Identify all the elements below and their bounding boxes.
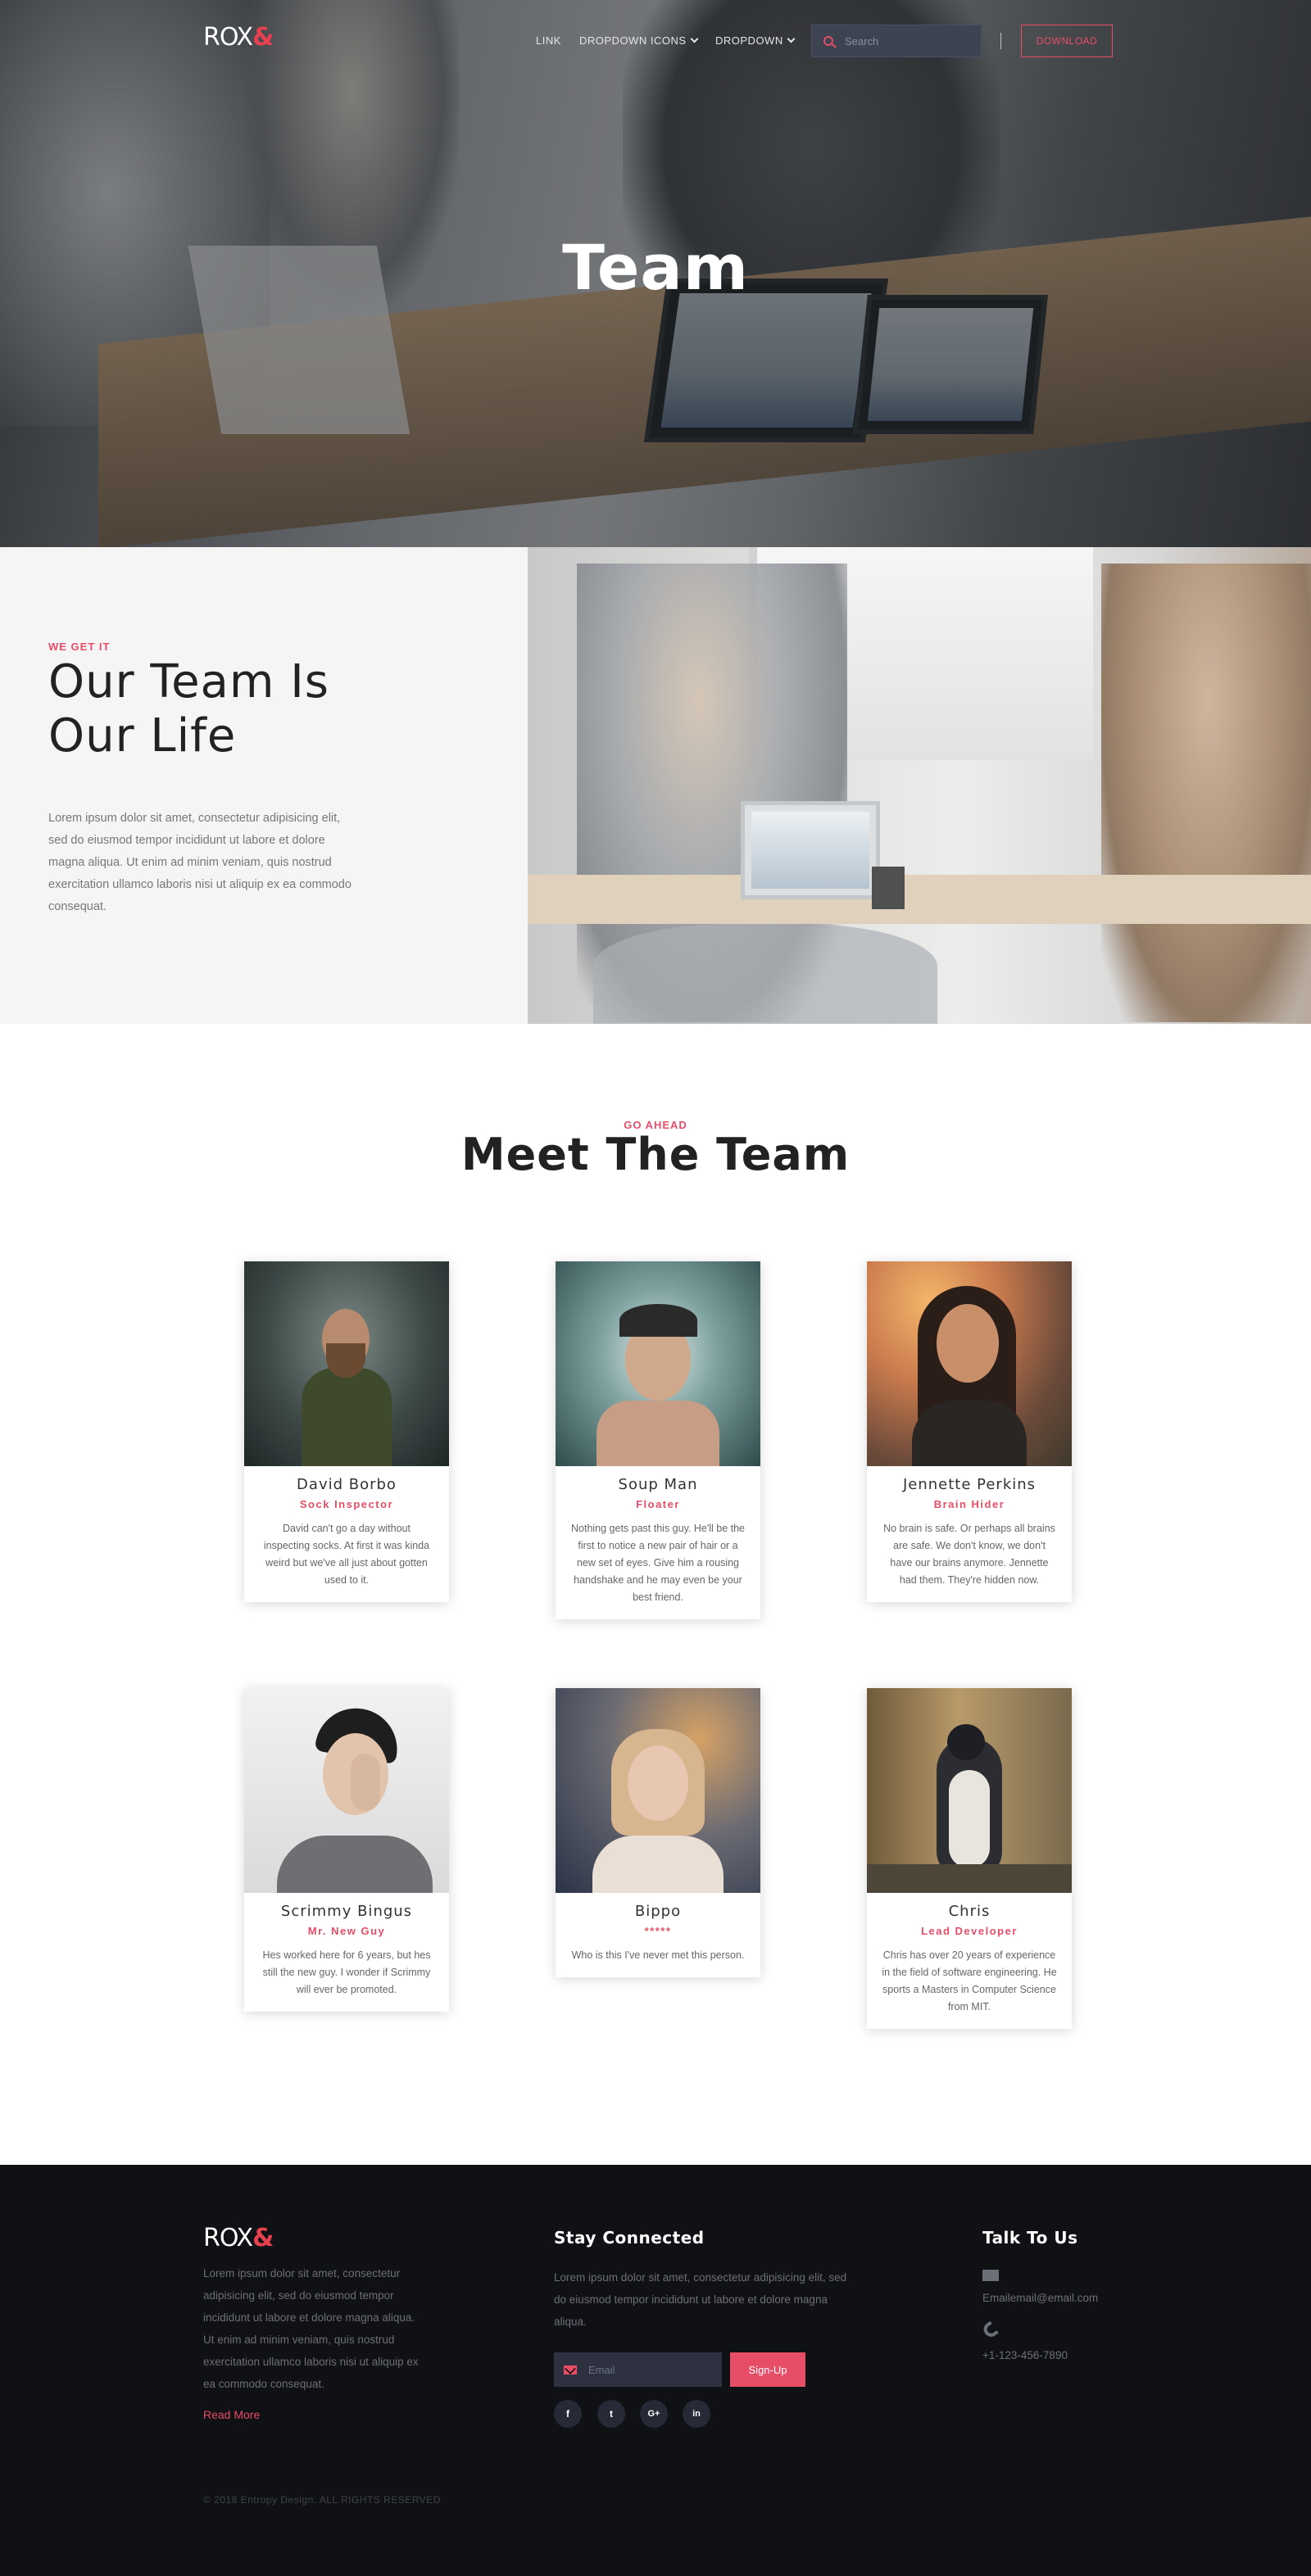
- page-title: Team: [562, 231, 749, 304]
- envelope-icon: [564, 2365, 577, 2375]
- team-heading: Meet The Team: [460, 1129, 851, 1180]
- newsletter-email-box[interactable]: [554, 2352, 722, 2387]
- nav-dropdown[interactable]: DROPDOWN: [715, 34, 796, 47]
- chevron-down-icon: [787, 34, 796, 43]
- about-photo-high-five: [528, 547, 1311, 1024]
- footer-logo[interactable]: ROX&: [203, 2224, 274, 2252]
- about-eyebrow: WE GET IT: [48, 641, 111, 653]
- chevron-down-icon: [690, 34, 698, 43]
- facebook-icon[interactable]: f: [554, 2400, 582, 2428]
- member-description: Who is this I've never met this person.: [571, 1949, 745, 1961]
- member-role: Floater: [636, 1498, 680, 1510]
- envelope-icon: [982, 2270, 999, 2281]
- talk-to-us-heading: Talk To Us: [982, 2228, 1078, 2248]
- member-photo: [867, 1261, 1072, 1466]
- search-input[interactable]: [845, 34, 968, 48]
- member-role: Sock Inspector: [299, 1498, 394, 1510]
- contact-email[interactable]: Emailemail@email.com: [982, 2287, 1098, 2309]
- email-field[interactable]: [588, 2363, 711, 2376]
- nav-divider: [1000, 33, 1001, 49]
- copyright-text: © 2018 Entropy Design. ALL RIGHTS RESERV…: [203, 2494, 441, 2506]
- stay-connected-heading: Stay Connected: [554, 2228, 705, 2248]
- nav-dropdown-icons[interactable]: DROPDOWN ICONS: [579, 34, 698, 47]
- member-name: David Borbo: [297, 1476, 397, 1493]
- member-name: Chris: [948, 1903, 991, 1920]
- member-role: Lead Developer: [921, 1925, 1018, 1937]
- member-role: Mr. New Guy: [307, 1925, 386, 1937]
- member-description: No brain is safe. Or perhaps all brains …: [883, 1523, 1055, 1586]
- signup-button[interactable]: Sign-Up: [730, 2352, 805, 2387]
- team-card: Scrimmy Bingus Mr. New Guy Hes worked he…: [244, 1688, 449, 2012]
- download-button[interactable]: DOWNLOAD: [1021, 25, 1113, 57]
- member-photo: [556, 1261, 760, 1466]
- team-card: Bippo ***** Who is this I've never met t…: [556, 1688, 760, 1977]
- footer-about-text: Lorem ipsum dolor sit amet, consectetur …: [203, 2267, 419, 2390]
- brand-logo[interactable]: ROX&: [203, 23, 274, 52]
- member-name: Bippo: [634, 1903, 682, 1920]
- member-name: Scrimmy Bingus: [280, 1903, 413, 1920]
- search-box[interactable]: [811, 25, 982, 57]
- team-card: Chris Lead Developer Chris has over 20 y…: [867, 1688, 1072, 2029]
- member-role: Brain Hider: [933, 1498, 1005, 1510]
- member-name: Soup Man: [618, 1476, 698, 1493]
- member-name: Jennette Perkins: [902, 1476, 1037, 1493]
- member-description: David can't go a day without inspecting …: [263, 1523, 430, 1586]
- read-more-link[interactable]: Read More: [203, 2408, 260, 2421]
- contact-phone[interactable]: +1-123-456-7890: [982, 2344, 1068, 2366]
- search-icon: [823, 36, 833, 46]
- member-description: Nothing gets past this guy. He'll be the…: [571, 1523, 745, 1603]
- member-photo: [556, 1688, 760, 1893]
- stay-connected-text: Lorem ipsum dolor sit amet, consectetur …: [554, 2271, 847, 2328]
- nav-link-link[interactable]: LINK: [536, 34, 561, 47]
- about-heading: Our Team Is Our Life: [48, 655, 329, 763]
- about-body-text: Lorem ipsum dolor sit amet, consectetur …: [48, 812, 352, 913]
- member-photo: [244, 1261, 449, 1466]
- member-description: Chris has over 20 years of experience in…: [882, 1949, 1057, 2012]
- member-photo: [244, 1688, 449, 1893]
- linkedin-icon[interactable]: in: [683, 2400, 710, 2428]
- top-navbar: ROX& LINK DROPDOWN ICONS DROPDOWN DOWNLO…: [0, 0, 1311, 82]
- member-photo: [867, 1688, 1072, 1893]
- twitter-icon[interactable]: t: [597, 2400, 625, 2428]
- team-card: Soup Man Floater Nothing gets past this …: [556, 1261, 760, 1619]
- team-card: Jennette Perkins Brain Hider No brain is…: [867, 1261, 1072, 1602]
- google-plus-icon[interactable]: G+: [640, 2400, 668, 2428]
- team-card: David Borbo Sock Inspector David can't g…: [244, 1261, 449, 1602]
- member-description: Hes worked here for 6 years, but hes sti…: [262, 1949, 431, 1995]
- hero-section: ROX& LINK DROPDOWN ICONS DROPDOWN DOWNLO…: [0, 0, 1311, 547]
- about-section: WE GET IT Our Team Is Our Life Lorem ipsu…: [0, 547, 1311, 1024]
- member-role: *****: [644, 1925, 672, 1937]
